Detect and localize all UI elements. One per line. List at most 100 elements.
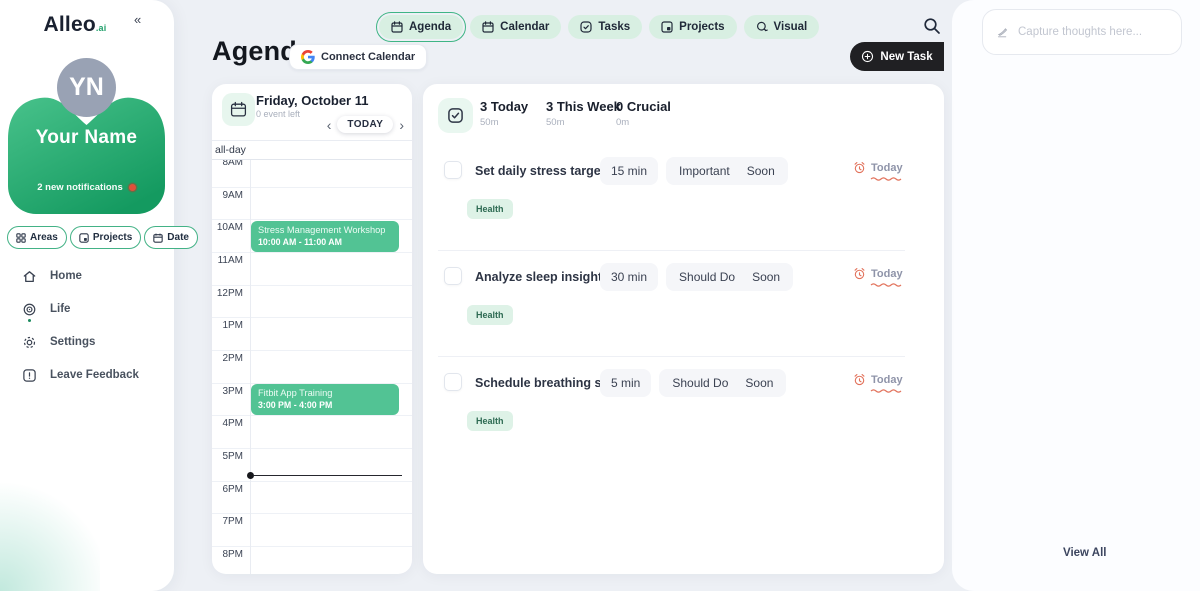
sidebar-item-leave-feedback[interactable]: Leave Feedback xyxy=(22,364,139,386)
calendar-hour-row[interactable]: 1PM xyxy=(212,317,412,350)
calendar-icon xyxy=(482,21,494,33)
search-icon[interactable] xyxy=(923,17,945,39)
task-priority-chip[interactable]: Should Do Soon xyxy=(666,263,793,291)
task-checkbox[interactable] xyxy=(444,267,462,285)
filter-tab-date[interactable]: Date xyxy=(144,226,198,249)
calendar-hour-row[interactable]: 8PM xyxy=(212,546,412,574)
filter-tab-projects[interactable]: Projects xyxy=(70,226,141,249)
today-button[interactable]: TODAY xyxy=(337,116,393,133)
avatar[interactable]: YN xyxy=(57,58,116,117)
task-due[interactable]: Today xyxy=(853,267,903,280)
capture-panel xyxy=(952,0,1200,591)
life-target-icon xyxy=(22,302,37,317)
task-tag[interactable]: Health xyxy=(467,199,513,219)
projects-icon xyxy=(79,233,89,243)
calendar-hour-row[interactable]: 2PM xyxy=(212,350,412,383)
task-urgency: Soon xyxy=(745,376,773,390)
calendar-icon xyxy=(153,233,163,243)
sidebar-item-settings[interactable]: Settings xyxy=(22,331,139,353)
capture-thoughts-input[interactable] xyxy=(1018,26,1168,38)
agenda-calendar-panel: Friday, October 11 0 event left ‹ TODAY … xyxy=(212,84,412,574)
notifications-badge[interactable]: 2 new notifications xyxy=(8,182,165,193)
calendar-hour-row[interactable]: 11AM xyxy=(212,252,412,285)
hour-label: 12PM xyxy=(212,288,243,299)
task-urgency: Soon xyxy=(752,270,780,284)
task-priority-chip[interactable]: Important Soon xyxy=(666,157,788,185)
task-duration-chip[interactable]: 30 min xyxy=(600,263,658,291)
notification-dot-icon xyxy=(129,184,136,191)
task-tag[interactable]: Health xyxy=(467,411,513,431)
task-row: Analyze sleep insights 30 min Should Do … xyxy=(438,266,929,330)
hour-label: 6PM xyxy=(212,484,243,495)
task-due[interactable]: Today xyxy=(853,161,903,174)
tasks-summary-icon-box xyxy=(438,98,473,133)
task-chips: 5 min Should Do Soon xyxy=(600,369,786,397)
prev-day-icon[interactable]: ‹ xyxy=(327,118,332,132)
all-day-row[interactable]: all-day xyxy=(212,140,412,160)
connect-calendar-label: Connect Calendar xyxy=(321,51,415,63)
task-checkbox[interactable] xyxy=(444,161,462,179)
filter-tab-label: Date xyxy=(167,232,189,243)
alarm-clock-icon xyxy=(853,161,866,174)
gear-icon xyxy=(22,335,37,350)
task-urgency: Soon xyxy=(747,164,775,178)
pen-icon xyxy=(996,25,1009,40)
summary-duration: 50m xyxy=(546,117,621,128)
app-logo: Alleo.ai xyxy=(0,13,150,37)
tab-projects[interactable]: Projects xyxy=(649,15,736,39)
task-tag[interactable]: Health xyxy=(467,305,513,325)
sidebar-item-life[interactable]: Life xyxy=(22,298,139,320)
task-duration-chip[interactable]: 5 min xyxy=(600,369,651,397)
task-row: Set daily stress targets 15 min Importan… xyxy=(438,160,929,224)
logo-suffix: .ai xyxy=(96,23,107,33)
task-row: Schedule breathing session 5 min Should … xyxy=(438,372,929,436)
hour-label: 11AM xyxy=(212,255,243,266)
calendar-event[interactable]: Fitbit App Training 3:00 PM - 4:00 PM xyxy=(251,384,399,415)
task-priority: Should Do xyxy=(679,270,735,284)
view-all-link[interactable]: View All xyxy=(1063,547,1106,559)
connect-calendar-button[interactable]: Connect Calendar xyxy=(289,44,427,70)
summary-crucial: 0 Crucial 0m xyxy=(616,99,671,128)
task-chips: 15 min Important Soon xyxy=(600,157,788,185)
task-duration-chip[interactable]: 15 min xyxy=(600,157,658,185)
task-checkbox[interactable] xyxy=(444,373,462,391)
task-due-label: Today xyxy=(871,374,903,386)
nav-label: Home xyxy=(50,270,82,282)
all-day-label: all-day xyxy=(215,144,246,156)
tab-visual[interactable]: Visual xyxy=(744,15,820,39)
capture-thoughts-box xyxy=(982,9,1182,55)
summary-duration: 50m xyxy=(480,117,528,128)
task-title: Set daily stress targets xyxy=(475,164,612,178)
agenda-icon xyxy=(391,21,403,33)
new-task-button[interactable]: New Task xyxy=(850,42,944,71)
current-time-indicator xyxy=(247,472,402,479)
alarm-clock-icon xyxy=(853,267,866,280)
tasks-check-icon xyxy=(580,21,592,33)
hour-label: 1PM xyxy=(212,320,243,331)
tab-calendar[interactable]: Calendar xyxy=(470,15,561,39)
calendar-hour-row[interactable]: 4PM xyxy=(212,415,412,448)
collapse-sidebar-icon[interactable]: « xyxy=(134,12,141,27)
sidebar-glow-decoration xyxy=(0,471,100,591)
event-title: Fitbit App Training xyxy=(258,388,392,398)
nav-label: Settings xyxy=(50,336,95,348)
task-title: Analyze sleep insights xyxy=(475,270,609,284)
task-due[interactable]: Today xyxy=(853,373,903,386)
calendar-hour-row[interactable]: 12PM xyxy=(212,285,412,318)
task-divider xyxy=(438,356,905,357)
tab-agenda[interactable]: Agenda xyxy=(379,15,463,39)
next-day-icon[interactable]: › xyxy=(399,118,404,132)
calendar-day-grid: 8AM 9AM 10AM 11AM 12PM 1PM 2PM 3PM 4PM 5… xyxy=(212,154,412,574)
calendar-event[interactable]: Stress Management Workshop 10:00 AM - 11… xyxy=(251,221,399,252)
projects-icon xyxy=(661,21,673,33)
due-underline-squiggle xyxy=(870,388,904,393)
task-priority-chip[interactable]: Should Do Soon xyxy=(659,369,786,397)
tab-tasks[interactable]: Tasks xyxy=(568,15,642,39)
filter-tab-areas[interactable]: Areas xyxy=(7,226,67,249)
filter-tab-label: Projects xyxy=(93,232,132,243)
user-name: Your Name xyxy=(8,127,165,149)
sidebar-item-home[interactable]: Home xyxy=(22,265,139,287)
calendar-hour-row[interactable]: 9AM xyxy=(212,187,412,220)
calendar-hour-row[interactable]: 6PM xyxy=(212,481,412,514)
calendar-hour-row[interactable]: 7PM xyxy=(212,513,412,546)
